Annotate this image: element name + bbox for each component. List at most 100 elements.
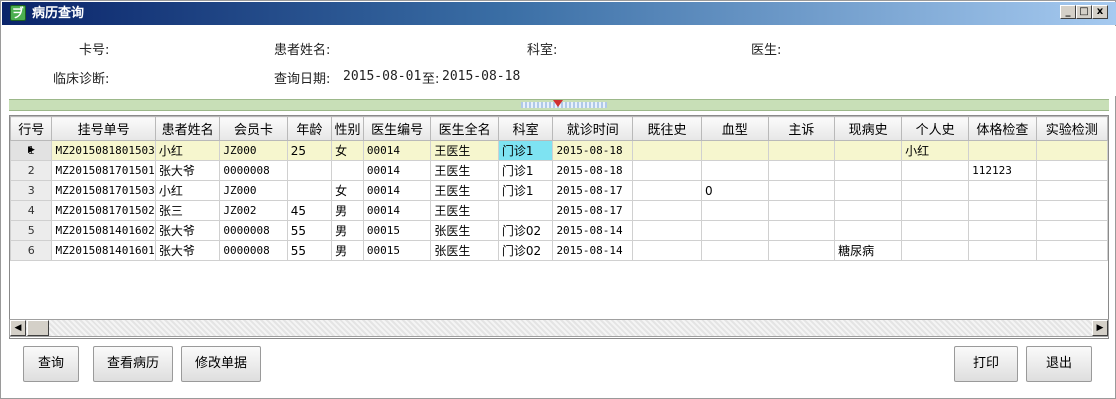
cell-blood-type[interactable] bbox=[701, 140, 769, 161]
cell-complaint[interactable] bbox=[767, 220, 836, 241]
cell-present-illness[interactable] bbox=[834, 180, 903, 201]
cell-doctor-name[interactable]: 王医生 bbox=[430, 140, 499, 161]
cell-visit-time[interactable]: 2015-08-17 bbox=[552, 200, 634, 221]
cell-department[interactable] bbox=[497, 200, 554, 221]
cell-visit-time[interactable]: 2015-08-18 bbox=[552, 160, 634, 181]
cell-lab-test[interactable] bbox=[1035, 180, 1108, 201]
cell-physical-exam[interactable] bbox=[968, 220, 1037, 241]
cell-doctor-name[interactable]: 王医生 bbox=[430, 200, 499, 221]
cell-blood-type[interactable] bbox=[701, 160, 769, 181]
cell-past-history[interactable] bbox=[632, 180, 703, 201]
cell-lab-test[interactable] bbox=[1035, 240, 1108, 261]
cell-personal-history[interactable] bbox=[901, 220, 970, 241]
cell-row-number[interactable]: 2 bbox=[10, 160, 53, 181]
col-header-present-illness[interactable]: 现病史 bbox=[834, 116, 903, 141]
cell-age[interactable]: 55 bbox=[286, 220, 333, 241]
cell-personal-history[interactable] bbox=[901, 180, 970, 201]
cell-past-history[interactable] bbox=[632, 140, 703, 161]
cell-complaint[interactable] bbox=[767, 180, 836, 201]
table-row[interactable]: 6 MZ2015081401601 张大爷 0000008 55 男 00015 张医生 门诊0… bbox=[10, 240, 1108, 261]
col-header-past-history[interactable]: 既往史 bbox=[632, 116, 703, 141]
cell-reg-number[interactable]: MZ2015081701501 bbox=[51, 160, 156, 181]
cell-row-number[interactable]: 5 bbox=[10, 220, 53, 241]
cell-sex[interactable]: 女 bbox=[331, 180, 364, 201]
cell-sex[interactable]: 男 bbox=[331, 240, 364, 261]
cell-patient-name[interactable]: 张大爷 bbox=[154, 220, 221, 241]
cell-blood-type[interactable] bbox=[701, 240, 769, 261]
col-header-age[interactable]: 年龄 bbox=[286, 116, 333, 141]
minimize-button[interactable]: _ bbox=[1060, 5, 1076, 19]
cell-blood-type[interactable] bbox=[701, 220, 769, 241]
cell-lab-test[interactable] bbox=[1035, 160, 1108, 181]
cell-doctor-id[interactable]: 00015 bbox=[362, 240, 432, 261]
cell-doctor-name[interactable]: 张医生 bbox=[430, 220, 499, 241]
horizontal-scrollbar[interactable]: ◀ ▶ bbox=[9, 319, 1109, 337]
cell-doctor-name[interactable]: 王医生 bbox=[430, 180, 499, 201]
cell-present-illness[interactable] bbox=[834, 200, 903, 221]
cell-doctor-name[interactable]: 张医生 bbox=[430, 240, 499, 261]
table-row[interactable]: 4 MZ2015081701502 张三 JZ002 45 男 00014 王医生 2015-0… bbox=[10, 200, 1108, 221]
col-header-doctor-id[interactable]: 医生编号 bbox=[362, 116, 432, 141]
cell-member-card[interactable]: JZ002 bbox=[219, 200, 288, 221]
col-header-doctor-name[interactable]: 医生全名 bbox=[430, 116, 499, 141]
date-to-field[interactable]: 2015-08-18 bbox=[442, 69, 520, 84]
cell-physical-exam[interactable] bbox=[968, 180, 1037, 201]
splitter-grip[interactable] bbox=[521, 102, 607, 108]
cell-department[interactable]: 门诊02 bbox=[497, 220, 554, 241]
col-header-personal-history[interactable]: 个人史 bbox=[901, 116, 970, 141]
cell-doctor-name[interactable]: 王医生 bbox=[430, 160, 499, 181]
cell-personal-history[interactable] bbox=[901, 200, 970, 221]
cell-department[interactable]: 门诊02 bbox=[497, 240, 554, 261]
cell-doctor-id[interactable]: 00014 bbox=[362, 180, 432, 201]
cell-present-illness[interactable] bbox=[834, 160, 903, 181]
cell-visit-time[interactable]: 2015-08-18 bbox=[552, 140, 634, 161]
cell-patient-name[interactable]: 张大爷 bbox=[154, 160, 221, 181]
cell-member-card[interactable]: 0000008 bbox=[219, 240, 288, 261]
cell-reg-number[interactable]: MZ2015081801503 bbox=[51, 140, 156, 161]
table-row[interactable]: 1 MZ2015081801503 小红 JZ000 25 女 00014 王医生 门诊1 201… bbox=[10, 140, 1108, 161]
cell-patient-name[interactable]: 小红 bbox=[154, 140, 221, 161]
title-bar[interactable]: ヺ 病历查询 _ □ x bbox=[2, 2, 1116, 25]
scroll-thumb[interactable] bbox=[27, 320, 49, 336]
edit-bill-button[interactable]: 修改单据 bbox=[181, 346, 261, 382]
cell-patient-name[interactable]: 小红 bbox=[154, 180, 221, 201]
table-row[interactable]: 2 MZ2015081701501 张大爷 0000008 00014 王医生 门诊1 201… bbox=[10, 160, 1108, 181]
cell-physical-exam[interactable]: 112123 bbox=[968, 160, 1037, 181]
cell-lab-test[interactable] bbox=[1035, 220, 1108, 241]
cell-past-history[interactable] bbox=[632, 240, 703, 261]
col-header-blood-type[interactable]: 血型 bbox=[701, 116, 769, 141]
scroll-right-icon[interactable]: ▶ bbox=[1092, 320, 1108, 336]
cell-past-history[interactable] bbox=[632, 200, 703, 221]
cell-physical-exam[interactable] bbox=[968, 240, 1037, 261]
cell-age[interactable]: 45 bbox=[286, 200, 333, 221]
close-button[interactable]: x bbox=[1092, 5, 1108, 19]
cell-physical-exam[interactable] bbox=[968, 140, 1037, 161]
cell-sex[interactable]: 男 bbox=[331, 220, 364, 241]
cell-member-card[interactable]: JZ000 bbox=[219, 140, 288, 161]
col-header-complaint[interactable]: 主诉 bbox=[767, 116, 836, 141]
col-header-sex[interactable]: 性别 bbox=[331, 116, 364, 141]
cell-row-number[interactable]: 3 bbox=[10, 180, 53, 201]
cell-visit-time[interactable]: 2015-08-17 bbox=[552, 180, 634, 201]
col-header-physical-exam[interactable]: 体格检查 bbox=[968, 116, 1037, 141]
cell-complaint[interactable] bbox=[767, 160, 836, 181]
cell-age[interactable]: 55 bbox=[286, 240, 333, 261]
cell-physical-exam[interactable] bbox=[968, 200, 1037, 221]
col-header-patient-name[interactable]: 患者姓名 bbox=[154, 116, 221, 141]
table-row[interactable]: 3 MZ2015081701503 小红 JZ000 女 00014 王医生 门诊1 2015-… bbox=[10, 180, 1108, 201]
cell-doctor-id[interactable]: 00014 bbox=[362, 200, 432, 221]
cell-past-history[interactable] bbox=[632, 160, 703, 181]
cell-reg-number[interactable]: MZ2015081401601 bbox=[51, 240, 156, 261]
maximize-button[interactable]: □ bbox=[1076, 5, 1092, 19]
col-header-department[interactable]: 科室 bbox=[497, 116, 554, 141]
cell-patient-name[interactable]: 张大爷 bbox=[154, 240, 221, 261]
cell-doctor-id[interactable]: 00015 bbox=[362, 220, 432, 241]
cell-member-card[interactable]: 0000008 bbox=[219, 220, 288, 241]
cell-age[interactable] bbox=[286, 180, 333, 201]
col-header-row-number[interactable]: 行号 bbox=[10, 116, 53, 141]
cell-sex[interactable]: 男 bbox=[331, 200, 364, 221]
cell-complaint[interactable] bbox=[767, 140, 836, 161]
query-button[interactable]: 查询 bbox=[23, 346, 79, 382]
cell-reg-number[interactable]: MZ2015081401602 bbox=[51, 220, 156, 241]
cell-visit-time[interactable]: 2015-08-14 bbox=[552, 240, 634, 261]
